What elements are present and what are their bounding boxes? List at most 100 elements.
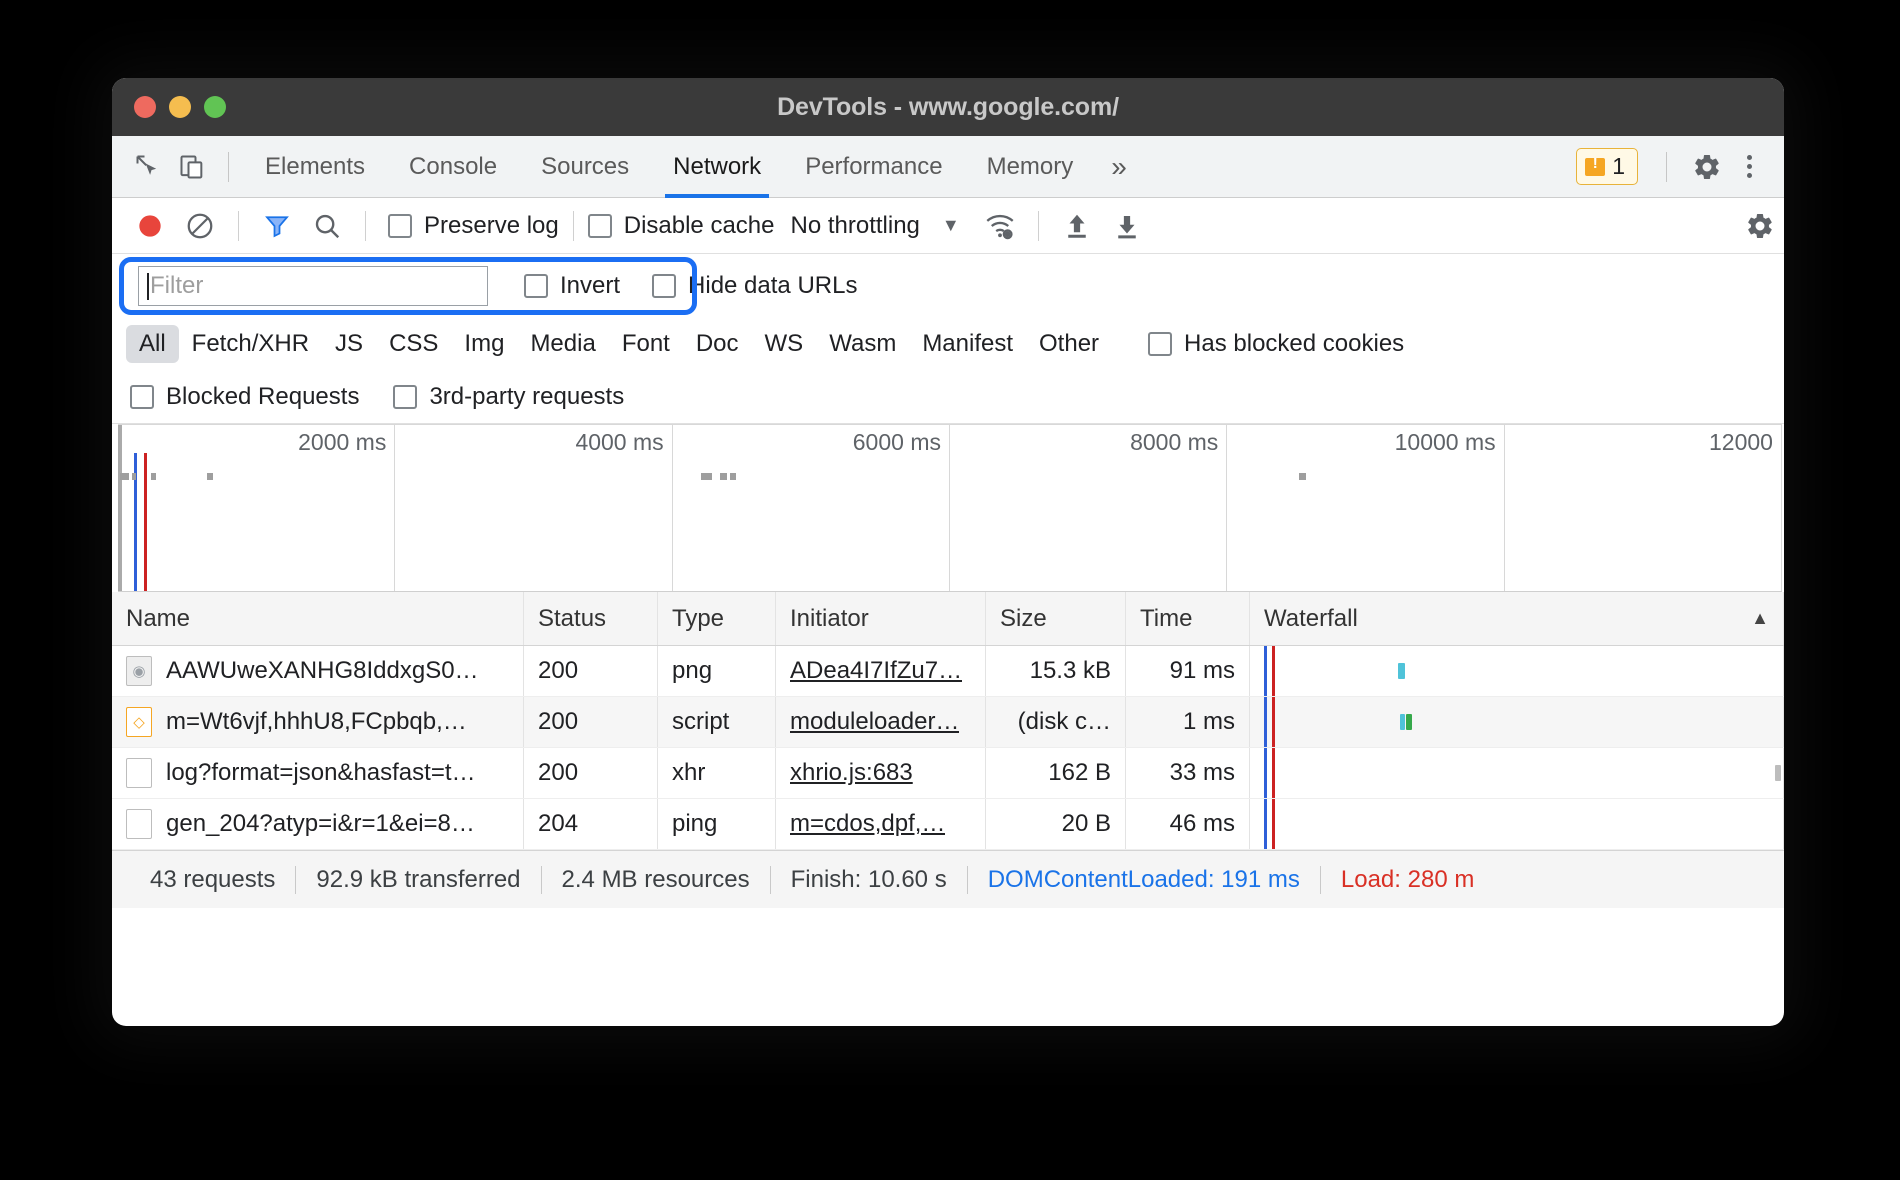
generic-file-icon (126, 809, 152, 839)
network-overview-timeline[interactable]: 2000 ms 4000 ms 6000 ms 8000 ms 10000 ms… (118, 424, 1782, 592)
overview-segment: 4000 ms (395, 424, 672, 591)
initiator-link[interactable]: m=cdos,dpf,… (790, 810, 945, 838)
cell-waterfall (1250, 799, 1784, 849)
load-event-marker (1272, 646, 1275, 696)
sort-ascending-icon: ▲ (1751, 608, 1769, 629)
zoom-window-button[interactable] (204, 96, 226, 118)
inspect-element-icon[interactable] (126, 145, 170, 189)
table-row[interactable]: log?format=json&hasfast=t… 200 xhr xhrio… (112, 748, 1784, 799)
type-chip-media[interactable]: Media (517, 325, 608, 363)
column-header-time[interactable]: Time (1126, 592, 1250, 645)
type-chip-other[interactable]: Other (1026, 325, 1112, 363)
column-header-waterfall[interactable]: Waterfall ▲ (1250, 592, 1784, 645)
tab-network[interactable]: Network (651, 136, 783, 198)
chevron-down-icon[interactable]: ▼ (942, 215, 960, 236)
close-window-button[interactable] (134, 96, 156, 118)
initiator-link[interactable]: xhrio.js:683 (790, 759, 913, 787)
type-chip-fetch-xhr[interactable]: Fetch/XHR (179, 325, 322, 363)
type-chip-all[interactable]: All (126, 325, 179, 363)
import-har-icon[interactable] (1053, 202, 1101, 250)
type-chip-ws[interactable]: WS (752, 325, 817, 363)
devtools-tabbar: Elements Console Sources Network Perform… (112, 136, 1784, 198)
column-header-type[interactable]: Type (658, 592, 776, 645)
dom-content-loaded-marker (1264, 697, 1267, 747)
tab-elements[interactable]: Elements (243, 136, 387, 198)
text-cursor (147, 273, 149, 300)
invert-checkbox[interactable]: Invert (524, 272, 620, 300)
overview-segment: 12000 (1505, 424, 1782, 591)
type-chip-css[interactable]: CSS (376, 325, 451, 363)
tab-label: Elements (265, 153, 365, 181)
waterfall-label: Waterfall (1264, 605, 1358, 633)
type-chip-manifest[interactable]: Manifest (909, 325, 1026, 363)
column-header-size[interactable]: Size (986, 592, 1126, 645)
funnel-filter-icon[interactable] (253, 202, 301, 250)
table-row[interactable]: gen_204?atyp=i&r=1&ei=8… 204 ping m=cdos… (112, 799, 1784, 850)
table-row[interactable]: ◇ m=Wt6vjf,hhhU8,FCpbqb,… 200 script mod… (112, 697, 1784, 748)
preserve-log-checkbox[interactable]: Preserve log (388, 212, 559, 240)
throttling-select[interactable]: No throttling (790, 212, 919, 240)
initiator-link[interactable]: moduleloader… (790, 708, 959, 736)
checkbox-box (652, 274, 676, 298)
cell-initiator[interactable]: ADea4I7IfZu7… (776, 646, 986, 696)
device-toolbar-icon[interactable] (170, 145, 214, 189)
clear-icon[interactable] (176, 202, 224, 250)
column-header-initiator[interactable]: Initiator (776, 592, 986, 645)
warning-count-label: 1 (1612, 153, 1625, 180)
hide-data-urls-checkbox[interactable]: Hide data URLs (652, 272, 857, 300)
tab-performance[interactable]: Performance (783, 136, 964, 198)
tab-label: Memory (987, 153, 1074, 181)
column-header-status[interactable]: Status (524, 592, 658, 645)
third-party-requests-checkbox[interactable]: 3rd-party requests (393, 383, 624, 411)
table-row[interactable]: ◉ AAWUweXANHG8IddxgS0… 200 png ADea4I7If… (112, 646, 1784, 697)
gear-icon[interactable] (1685, 145, 1729, 189)
warning-count-badge[interactable]: 1 (1576, 148, 1638, 185)
tab-console[interactable]: Console (387, 136, 519, 198)
cell-size: 20 B (986, 799, 1126, 849)
initiator-link[interactable]: ADea4I7IfZu7… (790, 657, 962, 685)
request-name: gen_204?atyp=i&r=1&ei=8… (166, 810, 475, 838)
cell-time: 1 ms (1126, 697, 1250, 747)
blocked-requests-checkbox[interactable]: Blocked Requests (130, 383, 359, 411)
has-blocked-cookies-checkbox[interactable]: Has blocked cookies (1148, 330, 1404, 358)
overview-tick-label: 12000 (1709, 429, 1773, 456)
type-chip-js[interactable]: JS (322, 325, 376, 363)
type-chip-wasm[interactable]: Wasm (816, 325, 909, 363)
cell-initiator[interactable]: xhrio.js:683 (776, 748, 986, 798)
tab-label: Performance (805, 153, 942, 181)
script-file-icon: ◇ (126, 707, 152, 737)
more-tabs-icon[interactable]: » (1095, 136, 1143, 198)
kebab-menu-icon[interactable] (1733, 149, 1766, 184)
overview-segment: 8000 ms (950, 424, 1227, 591)
cell-initiator[interactable]: m=cdos,dpf,… (776, 799, 986, 849)
cell-type: ping (658, 799, 776, 849)
type-chip-font[interactable]: Font (609, 325, 683, 363)
tab-sources[interactable]: Sources (519, 136, 651, 198)
disable-cache-checkbox[interactable]: Disable cache (588, 212, 775, 240)
overview-tick-label: 8000 ms (1130, 429, 1218, 456)
filter-input[interactable]: Filter (138, 266, 488, 306)
resource-type-filters: All Fetch/XHR JS CSS Img Media Font Doc … (112, 318, 1784, 370)
tab-memory[interactable]: Memory (965, 136, 1096, 198)
dom-content-loaded-marker (1264, 748, 1267, 798)
transferred-size: 92.9 kB transferred (296, 866, 540, 894)
load-event-marker (1272, 697, 1275, 747)
search-icon[interactable] (303, 202, 351, 250)
minimize-window-button[interactable] (169, 96, 191, 118)
checkbox-box (588, 214, 612, 238)
load-time: Load: 280 m (1321, 866, 1494, 894)
network-settings-gear-icon[interactable] (1736, 202, 1784, 250)
column-header-name[interactable]: Name (112, 592, 524, 645)
record-button-icon[interactable] (126, 202, 174, 250)
network-conditions-icon[interactable] (976, 202, 1024, 250)
export-har-icon[interactable] (1103, 202, 1151, 250)
type-chip-doc[interactable]: Doc (683, 325, 752, 363)
waterfall-bar (1406, 714, 1412, 730)
cell-initiator[interactable]: moduleloader… (776, 697, 986, 747)
waterfall-bar (1398, 663, 1405, 679)
window-titlebar: DevTools - www.google.com/ (112, 78, 1784, 136)
third-party-requests-label: 3rd-party requests (429, 383, 624, 411)
tabbar-right-actions: 1 (1576, 145, 1784, 189)
type-chip-img[interactable]: Img (451, 325, 517, 363)
cell-size: (disk c… (986, 697, 1126, 747)
